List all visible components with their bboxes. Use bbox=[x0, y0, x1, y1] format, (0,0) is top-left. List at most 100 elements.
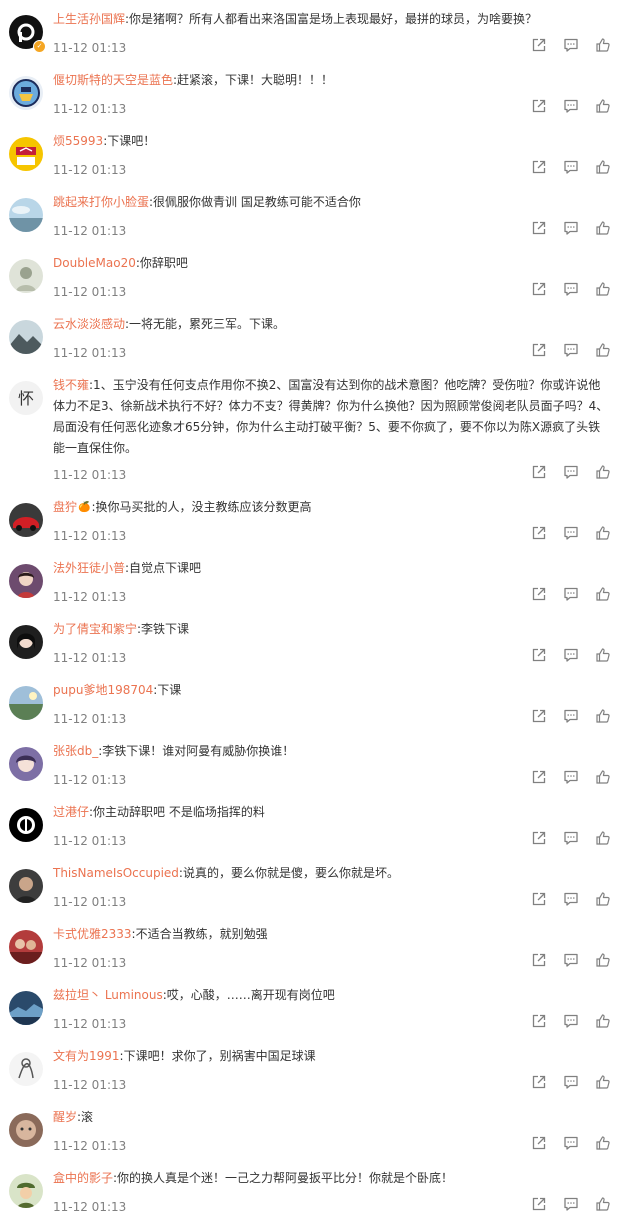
comment-username-link[interactable]: 烦55993 bbox=[53, 134, 103, 148]
face-avatar[interactable] bbox=[9, 1113, 43, 1147]
comment-username-link[interactable]: 盒中的影子 bbox=[53, 1171, 113, 1185]
share-icon[interactable] bbox=[532, 953, 546, 967]
comment-username-link[interactable]: 张张db_ bbox=[53, 744, 98, 758]
man-portrait-avatar[interactable] bbox=[9, 869, 43, 903]
share-icon[interactable] bbox=[532, 526, 546, 540]
share-icon[interactable] bbox=[532, 770, 546, 784]
comment-icon[interactable] bbox=[564, 1075, 578, 1089]
share-icon[interactable] bbox=[532, 709, 546, 723]
crowd-avatar[interactable] bbox=[9, 930, 43, 964]
comment-icon[interactable] bbox=[564, 160, 578, 174]
comment-icon[interactable] bbox=[564, 282, 578, 296]
red-car-avatar[interactable] bbox=[9, 503, 43, 537]
like-icon[interactable] bbox=[596, 160, 610, 174]
anime-girl-avatar[interactable] bbox=[9, 747, 43, 781]
sky-landscape-avatar[interactable] bbox=[9, 198, 43, 232]
like-icon[interactable] bbox=[596, 282, 610, 296]
girl-avatar[interactable] bbox=[9, 564, 43, 598]
comment-username-link[interactable]: 卡式优雅2333 bbox=[53, 927, 132, 941]
comment-icon[interactable] bbox=[564, 526, 578, 540]
mountain-avatar[interactable] bbox=[9, 320, 43, 354]
like-icon[interactable] bbox=[596, 770, 610, 784]
comment-icon[interactable] bbox=[564, 38, 578, 52]
comment-username-link[interactable]: 盘狞 bbox=[53, 500, 77, 514]
like-icon[interactable] bbox=[596, 1197, 610, 1211]
share-icon[interactable] bbox=[532, 892, 546, 906]
comment-username-link[interactable]: 偃切斯特的天空是蓝色 bbox=[53, 73, 173, 87]
woman-portrait-avatar[interactable] bbox=[9, 625, 43, 659]
comment-icon[interactable] bbox=[564, 221, 578, 235]
comment-icon[interactable] bbox=[564, 1014, 578, 1028]
share-icon[interactable] bbox=[532, 465, 546, 479]
comment-username-link[interactable]: ThisNameIsOccupied bbox=[53, 866, 179, 880]
share-icon[interactable] bbox=[532, 160, 546, 174]
comment-username-link[interactable]: 法外狂徒小普 bbox=[53, 561, 125, 575]
comment-content: 云水淡淡感动:一将无能，累死三军。下课。 bbox=[53, 314, 609, 335]
comment-icon[interactable] bbox=[564, 831, 578, 845]
share-icon[interactable] bbox=[532, 38, 546, 52]
share-icon[interactable] bbox=[532, 99, 546, 113]
like-icon[interactable] bbox=[596, 953, 610, 967]
like-icon[interactable] bbox=[596, 648, 610, 662]
like-icon[interactable] bbox=[596, 892, 610, 906]
la-logo-avatar[interactable] bbox=[9, 137, 43, 171]
comment-username-link[interactable]: 云水淡淡感动 bbox=[53, 317, 125, 331]
comment-username-link[interactable]: 钱不雍 bbox=[53, 378, 89, 392]
man-city-badge-avatar[interactable] bbox=[9, 76, 43, 110]
share-icon[interactable] bbox=[532, 221, 546, 235]
like-icon[interactable] bbox=[596, 831, 610, 845]
comment-timestamp: 11-12 01:13 bbox=[53, 590, 127, 604]
comment-username-link[interactable]: 醒岁 bbox=[53, 1110, 77, 1124]
comment-username-link[interactable]: 跳起来打你小脸蛋 bbox=[53, 195, 149, 209]
comment-username-link[interactable]: pupu爹地198704 bbox=[53, 683, 153, 697]
share-icon[interactable] bbox=[532, 343, 546, 357]
like-icon[interactable] bbox=[596, 526, 610, 540]
comment-icon[interactable] bbox=[564, 99, 578, 113]
soldier-avatar[interactable] bbox=[9, 1174, 43, 1208]
share-icon[interactable] bbox=[532, 1197, 546, 1211]
comment-username-link[interactable]: 文有为1991 bbox=[53, 1049, 120, 1063]
like-icon[interactable] bbox=[596, 221, 610, 235]
like-icon[interactable] bbox=[596, 99, 610, 113]
like-icon[interactable] bbox=[596, 587, 610, 601]
comment-username-link[interactable]: 为了倩宝和紫宁 bbox=[53, 622, 137, 636]
comment-icon[interactable] bbox=[564, 343, 578, 357]
comment-icon[interactable] bbox=[564, 1136, 578, 1150]
comment-icon[interactable] bbox=[564, 770, 578, 784]
comment-username-link[interactable]: 上生活孙国辉 bbox=[53, 12, 125, 26]
comment-icon[interactable] bbox=[564, 587, 578, 601]
share-icon[interactable] bbox=[532, 1136, 546, 1150]
like-icon[interactable] bbox=[596, 38, 610, 52]
comment-username-link[interactable]: 兹拉坦丶 Luminous bbox=[53, 988, 163, 1002]
blue-scene-avatar[interactable] bbox=[9, 991, 43, 1025]
comment-username-link[interactable]: 过港仔 bbox=[53, 805, 89, 819]
share-icon[interactable] bbox=[532, 587, 546, 601]
comment-icon[interactable] bbox=[564, 1197, 578, 1211]
comment-list: ✓ 上生活孙国辉:你是猪啊？所有人都看出来洛国富是场上表现最好，最拼的球员，为啥要… bbox=[0, 0, 626, 1220]
like-icon[interactable] bbox=[596, 1014, 610, 1028]
like-icon[interactable] bbox=[596, 465, 610, 479]
comment-content: 上生活孙国辉:你是猪啊？所有人都看出来洛国富是场上表现最好，最拼的球员，为啥要换… bbox=[53, 9, 609, 30]
share-icon[interactable] bbox=[532, 648, 546, 662]
share-icon[interactable] bbox=[532, 1075, 546, 1089]
comment-username-link[interactable]: DoubleMao20 bbox=[53, 256, 136, 270]
share-icon[interactable] bbox=[532, 1014, 546, 1028]
comment-icon[interactable] bbox=[564, 648, 578, 662]
like-icon[interactable] bbox=[596, 709, 610, 723]
sketch-avatar[interactable] bbox=[9, 1052, 43, 1086]
comment-icon[interactable] bbox=[564, 465, 578, 479]
comment-icon[interactable] bbox=[564, 953, 578, 967]
comment-icon[interactable] bbox=[564, 709, 578, 723]
comment-content: 盒中的影子:你的换人真是个迷！一己之力帮阿曼扳平比分！你就是个卧底！ bbox=[53, 1168, 609, 1189]
black-white-avatar[interactable] bbox=[9, 808, 43, 842]
like-icon[interactable] bbox=[596, 1075, 610, 1089]
share-icon[interactable] bbox=[532, 282, 546, 296]
share-icon[interactable] bbox=[532, 831, 546, 845]
calligraphy-avatar[interactable]: 怀 bbox=[9, 381, 43, 415]
comment-item: 烦55993:下课吧！ 11-12 01:13 bbox=[0, 122, 626, 183]
like-icon[interactable] bbox=[596, 343, 610, 357]
landscape-avatar[interactable] bbox=[9, 686, 43, 720]
comment-icon[interactable] bbox=[564, 892, 578, 906]
portrait-avatar[interactable] bbox=[9, 259, 43, 293]
like-icon[interactable] bbox=[596, 1136, 610, 1150]
